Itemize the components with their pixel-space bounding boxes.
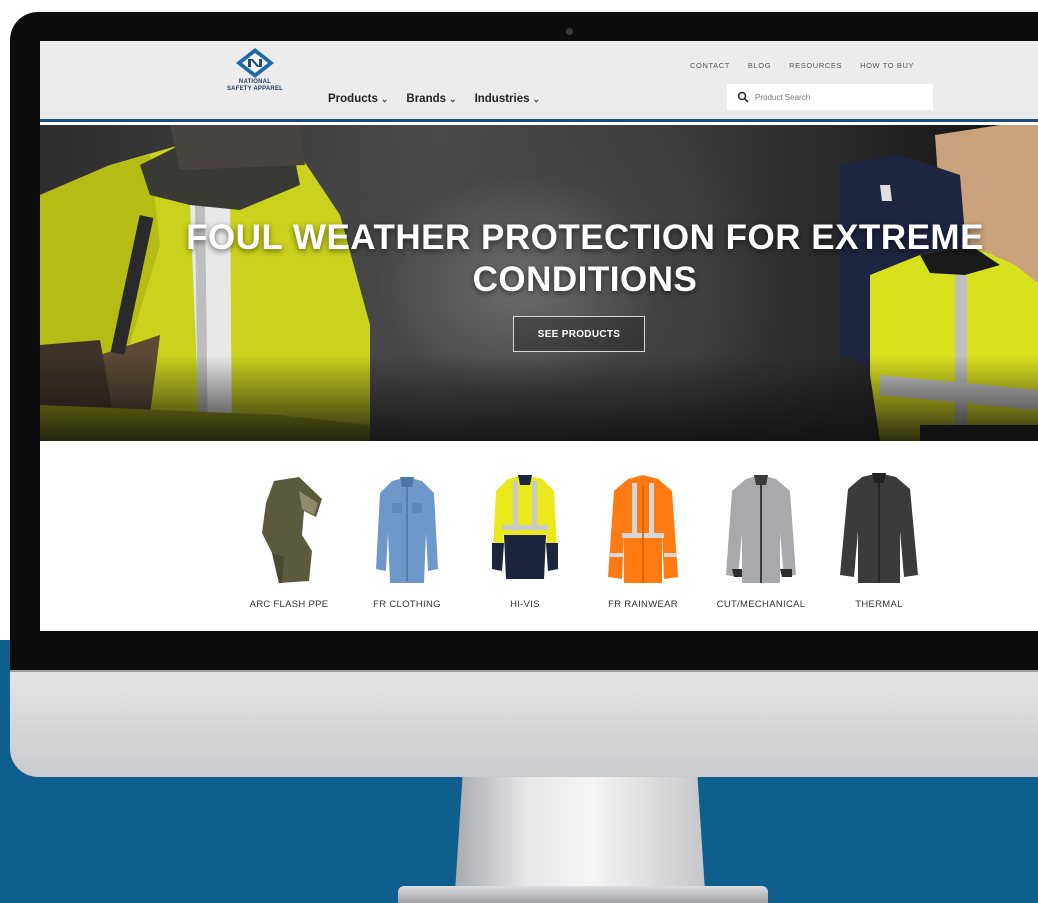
category-cut-mechanical[interactable]: CUT/MECHANICAL xyxy=(702,473,820,610)
nav-brands[interactable]: Brands ⌄ xyxy=(406,93,456,105)
search-icon[interactable] xyxy=(737,91,749,103)
monitor-chin xyxy=(10,670,1038,777)
hi-vis-shirt-icon xyxy=(492,475,558,579)
category-label: FR CLOTHING xyxy=(373,599,441,610)
logo-text-line1: NATIONAL xyxy=(238,79,272,85)
hero-title-line1: FOUL WEATHER PROTECTION FOR EXTREME xyxy=(186,218,984,257)
fr-shirt-icon xyxy=(376,477,438,583)
category-fr-rainwear[interactable]: FR RAINWEAR xyxy=(584,473,702,610)
website-screen: NATIONAL SAFETY APPAREL Products ⌄ Brand… xyxy=(40,41,1038,631)
hero-title-line2: CONDITIONS xyxy=(472,260,698,299)
category-thermal[interactable]: THERMAL xyxy=(820,473,938,610)
hero-banner: FOUL WEATHER PROTECTION FOR EXTREME COND… xyxy=(40,125,1038,441)
util-link-how-to-buy[interactable]: HOW TO BUY xyxy=(860,61,914,70)
monitor-stand-foot xyxy=(398,886,768,903)
util-link-contact[interactable]: CONTACT xyxy=(690,61,730,70)
category-strip: ARC FLASH PPE FR CLOTHING HI-VIS FR RAIN… xyxy=(230,473,938,610)
site-logo[interactable]: NATIONAL SAFETY APPAREL xyxy=(215,47,295,117)
thermal-jacket-icon xyxy=(840,473,918,583)
see-products-button[interactable]: SEE PRODUCTS xyxy=(513,316,645,352)
product-search xyxy=(727,84,933,110)
chevron-down-icon: ⌄ xyxy=(380,93,389,104)
main-nav: Products ⌄ Brands ⌄ Industries ⌄ xyxy=(328,93,540,105)
logo-diamond-icon xyxy=(236,48,274,78)
search-input[interactable] xyxy=(755,92,925,102)
chevron-down-icon: ⌄ xyxy=(532,93,541,104)
nav-industries[interactable]: Industries ⌄ xyxy=(475,93,541,105)
nav-products[interactable]: Products ⌄ xyxy=(328,93,388,105)
util-link-resources[interactable]: RESOURCES xyxy=(789,61,842,70)
category-label: FR RAINWEAR xyxy=(608,599,678,610)
category-label: THERMAL xyxy=(855,599,903,610)
camera-icon xyxy=(566,28,573,35)
chevron-down-icon: ⌄ xyxy=(449,93,457,104)
util-link-blog[interactable]: BLOG xyxy=(748,61,771,70)
arc-flash-hood-icon xyxy=(262,477,322,583)
nav-industries-label: Industries xyxy=(474,93,530,105)
hero-floor-shadow xyxy=(40,355,1038,441)
cut-resistant-jacket-icon xyxy=(726,475,796,583)
category-fr-clothing[interactable]: FR CLOTHING xyxy=(348,473,466,610)
category-hi-vis[interactable]: HI-VIS xyxy=(466,473,584,610)
hero-title: FOUL WEATHER PROTECTION FOR EXTREME COND… xyxy=(135,217,1035,301)
monitor-stand xyxy=(455,777,705,892)
logo-text-line2: SAFETY APPAREL xyxy=(226,86,284,92)
site-header: NATIONAL SAFETY APPAREL Products ⌄ Brand… xyxy=(40,41,1038,122)
category-label: HI-VIS xyxy=(510,599,540,610)
nav-products-label: Products xyxy=(328,93,378,105)
category-label: ARC FLASH PPE xyxy=(249,599,329,610)
nav-brands-label: Brands xyxy=(406,93,447,105)
category-arc-flash-ppe[interactable]: ARC FLASH PPE xyxy=(230,473,348,610)
category-label: CUT/MECHANICAL xyxy=(716,599,806,610)
utility-nav: CONTACT BLOG RESOURCES HOW TO BUY xyxy=(690,61,914,70)
fr-rain-jacket-icon xyxy=(608,475,678,583)
